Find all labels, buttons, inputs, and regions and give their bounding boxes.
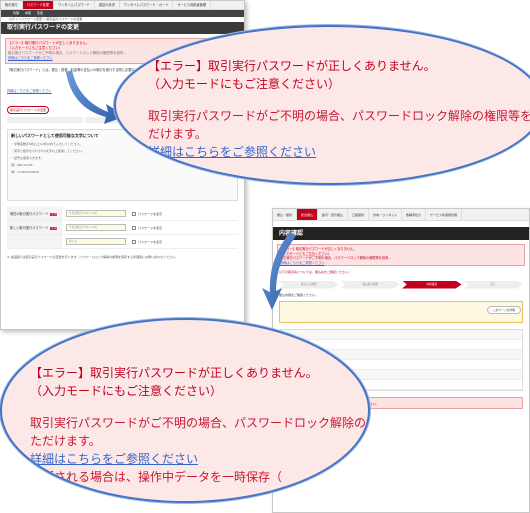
error-link[interactable]: 詳細はこちらをご参照ください	[280, 261, 522, 266]
checkbox-label: パスワードを表示	[138, 239, 163, 244]
confirm-password-input[interactable]: 再入力	[66, 238, 126, 245]
warning-text: 以下の取引先については、振込先をご確認ください。	[279, 270, 351, 274]
required-badge: 必須	[50, 213, 58, 216]
error-line: ただけます。	[30, 434, 101, 448]
error-box: 【エラー】取引実行パスワードが正しくありません。 （入力モードにもご注意ください…	[277, 244, 525, 266]
error-line: 【エラー】取引実行パスワードが正しくありません。	[30, 366, 318, 380]
required-badge: 必須	[50, 227, 58, 230]
step: 完了	[463, 280, 523, 289]
step: 振込先の選択	[340, 280, 400, 289]
current-password-input[interactable]: 半角英数記号6桁～12桁	[66, 210, 126, 217]
error-line: 取引実行パスワードがご不明の場合、パスワードロック解除の権限等を保	[30, 416, 368, 430]
nav-item[interactable]: 給与・賞与振込	[318, 209, 349, 220]
step: 振込元の選択	[279, 280, 339, 289]
error-line: （入力モードにもご注意ください）	[148, 77, 341, 91]
field-label	[7, 235, 62, 248]
sub-nav-item[interactable]: 参照	[25, 10, 31, 17]
help-link[interactable]: 詳細はこちらをご参照ください	[148, 143, 530, 161]
field-label: 新しい取引実行パスワード 必須	[7, 221, 62, 234]
error-line: 中断される場合は、操作中データを一時保存（	[30, 470, 283, 484]
sub-nav-item[interactable]: 変更	[37, 10, 43, 17]
help-link[interactable]: 詳細はこちらをご参照ください	[30, 450, 368, 468]
top-nav: 取引実行 パスワード変更 ワンタイムパスワード 認証の状況 ワンタイムパスワード…	[1, 1, 244, 10]
form-row-confirm: 再入力 パスワードを表示	[7, 235, 238, 249]
progress-steps: 振込元の選択 振込先の選択 内容確認 完了	[279, 280, 523, 289]
sub-nav: 管理 参照 変更	[1, 10, 244, 17]
checkbox[interactable]	[132, 211, 136, 216]
sub-nav-item[interactable]: 管理	[13, 10, 19, 17]
nav-item[interactable]: サービス利用者管理	[173, 1, 212, 9]
top-nav: 振込・振替 総合振込 給与・賞与振込 口座振替 外為・ワンタイム 各種手続き サ…	[273, 209, 529, 221]
nav-item[interactable]: 取引実行	[1, 1, 23, 9]
checkbox-label: パスワードを表示	[138, 211, 163, 216]
nav-item[interactable]: ワンタイムパスワード	[54, 1, 95, 9]
field-label: 現在の取引実行パスワード 必須	[7, 207, 62, 220]
new-password-input[interactable]: 半角英数記号6桁～12桁	[66, 224, 126, 231]
password-form: 現在の取引実行パスワード 必須 半角英数記号6桁～12桁 パスワードを表示 新しい…	[7, 207, 238, 249]
form-row-new: 新しい取引実行パスワード 必須 半角英数記号6桁～12桁 パスワードを表示	[7, 221, 238, 235]
change-password-button[interactable]: 取引実行パスワードの変更	[7, 106, 49, 114]
table-row: 振込日	[280, 329, 522, 340]
checkbox-label: パスワードを表示	[138, 225, 163, 230]
field-label-text: 現在の取引実行パスワード	[10, 212, 49, 216]
composite-screenshot: 取引実行 パスワード変更 ワンタイムパスワード 認証の状況 ワンタイムパスワード…	[0, 0, 530, 513]
help-link[interactable]: 詳細はこちらをご参照ください	[7, 89, 52, 93]
error-line: 【エラー】取引実行パスワードが正しくありません。	[148, 59, 436, 73]
page-title: 取引実行パスワードの変更	[1, 22, 244, 34]
page-title: 内容確認	[273, 227, 529, 240]
show-password-toggle[interactable]: パスワードを表示	[132, 225, 163, 230]
nav-item[interactable]: 振込・振替	[273, 209, 298, 220]
form-row-current: 現在の取引実行パスワード 必須 半角英数記号6桁～12桁 パスワードを表示	[7, 207, 238, 221]
note-text: 振込内容をご確認ください。	[279, 292, 319, 297]
nav-item[interactable]: 各種手続き	[402, 209, 427, 220]
nav-item[interactable]: 外為・ワンタイム	[369, 209, 403, 220]
field-label-text: 新しい取引実行パスワード	[10, 226, 49, 230]
callout-content: 【エラー】取引実行パスワードが正しくありません。 （入力モードにもご注意ください…	[148, 57, 530, 161]
show-password-toggle[interactable]: パスワードを表示	[132, 239, 163, 244]
print-button[interactable]: このページを印刷	[487, 306, 521, 314]
footer-note: ※ 当画面では取引実行パスワードの変更を行います。パスワードロック解除の権限を保…	[7, 255, 179, 259]
step-current: 内容確認	[402, 280, 462, 289]
error-line: だけます。	[148, 127, 207, 141]
rules-line: 例）12AB34CDE56	[11, 170, 39, 174]
nav-item[interactable]: ワンタイムパスワード・カード	[120, 1, 174, 9]
nav-item-active[interactable]: パスワード変更	[22, 1, 55, 9]
magnified-error-callout: 【エラー】取引実行パスワードが正しくありません。 （入力モードにもご注意ください…	[0, 318, 370, 503]
magnified-error-callout: 【エラー】取引実行パスワードが正しくありません。 （入力モードにもご注意ください…	[114, 25, 530, 185]
nav-item[interactable]: 認証の状況	[95, 1, 120, 9]
nav-item-active[interactable]: 総合振込	[297, 209, 319, 220]
show-password-toggle[interactable]: パスワードを表示	[132, 211, 163, 216]
callout-content: 【エラー】取引実行パスワードが正しくありません。 （入力モードにもご注意ください…	[30, 364, 368, 486]
error-line: （入力モードにもご注意ください）	[30, 384, 223, 398]
checkbox[interactable]	[132, 225, 136, 230]
nav-item[interactable]: 口座振替	[348, 209, 370, 220]
error-line: 取引実行パスワードがご不明の場合、パスワードロック解除の権限等を保	[148, 109, 530, 123]
checkbox[interactable]	[132, 239, 136, 244]
nav-item[interactable]: サービス利用者管理	[426, 209, 463, 220]
